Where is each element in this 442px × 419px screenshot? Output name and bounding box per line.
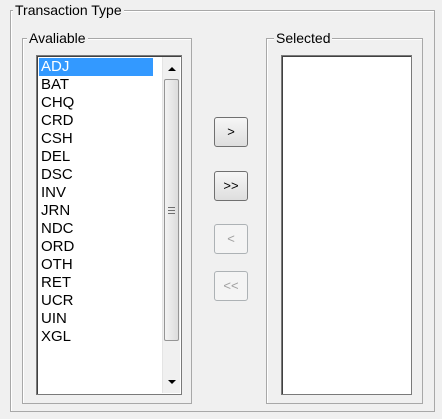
list-item[interactable]: ORD [39,238,153,256]
list-item[interactable]: CRD [39,112,153,130]
list-item[interactable]: XGL [39,328,153,346]
list-item[interactable]: DEL [39,148,153,166]
list-item[interactable]: ADJ [39,58,153,76]
list-item[interactable]: NDC [39,220,153,238]
available-label: Avaliable [27,30,88,46]
list-item[interactable]: RET [39,274,153,292]
available-listbox[interactable]: ADJ BAT CHQ CRD CSH DEL DSC INV JRN NDC ORD OTH RET U… [36,55,182,395]
list-item[interactable]: UIN [39,310,153,328]
list-item[interactable]: CHQ [39,94,153,112]
list-item[interactable]: BAT [39,76,153,94]
add-all-button[interactable]: >> [214,171,248,201]
scroll-up-arrow[interactable] [163,59,180,78]
transaction-type-label: Transaction Type [13,2,124,18]
list-item[interactable]: CSH [39,130,153,148]
available-scrollbar[interactable] [162,57,180,393]
add-button[interactable]: > [214,117,248,147]
list-item[interactable]: INV [39,184,153,202]
list-item[interactable]: OTH [39,256,153,274]
selected-label: Selected [274,30,333,46]
chevron-down-icon [167,379,176,384]
available-list: ADJ BAT CHQ CRD CSH DEL DSC INV JRN NDC ORD OTH RET U… [39,58,153,346]
grip-icon [168,206,175,214]
list-item[interactable]: JRN [39,202,153,220]
chevron-up-icon [167,66,176,71]
selected-listbox[interactable] [281,55,412,395]
scroll-down-arrow[interactable] [163,372,180,391]
remove-all-button[interactable]: << [214,271,248,301]
list-item[interactable]: UCR [39,292,153,310]
remove-button[interactable]: < [214,224,248,254]
scroll-thumb[interactable] [164,79,179,341]
list-item[interactable]: DSC [39,166,153,184]
